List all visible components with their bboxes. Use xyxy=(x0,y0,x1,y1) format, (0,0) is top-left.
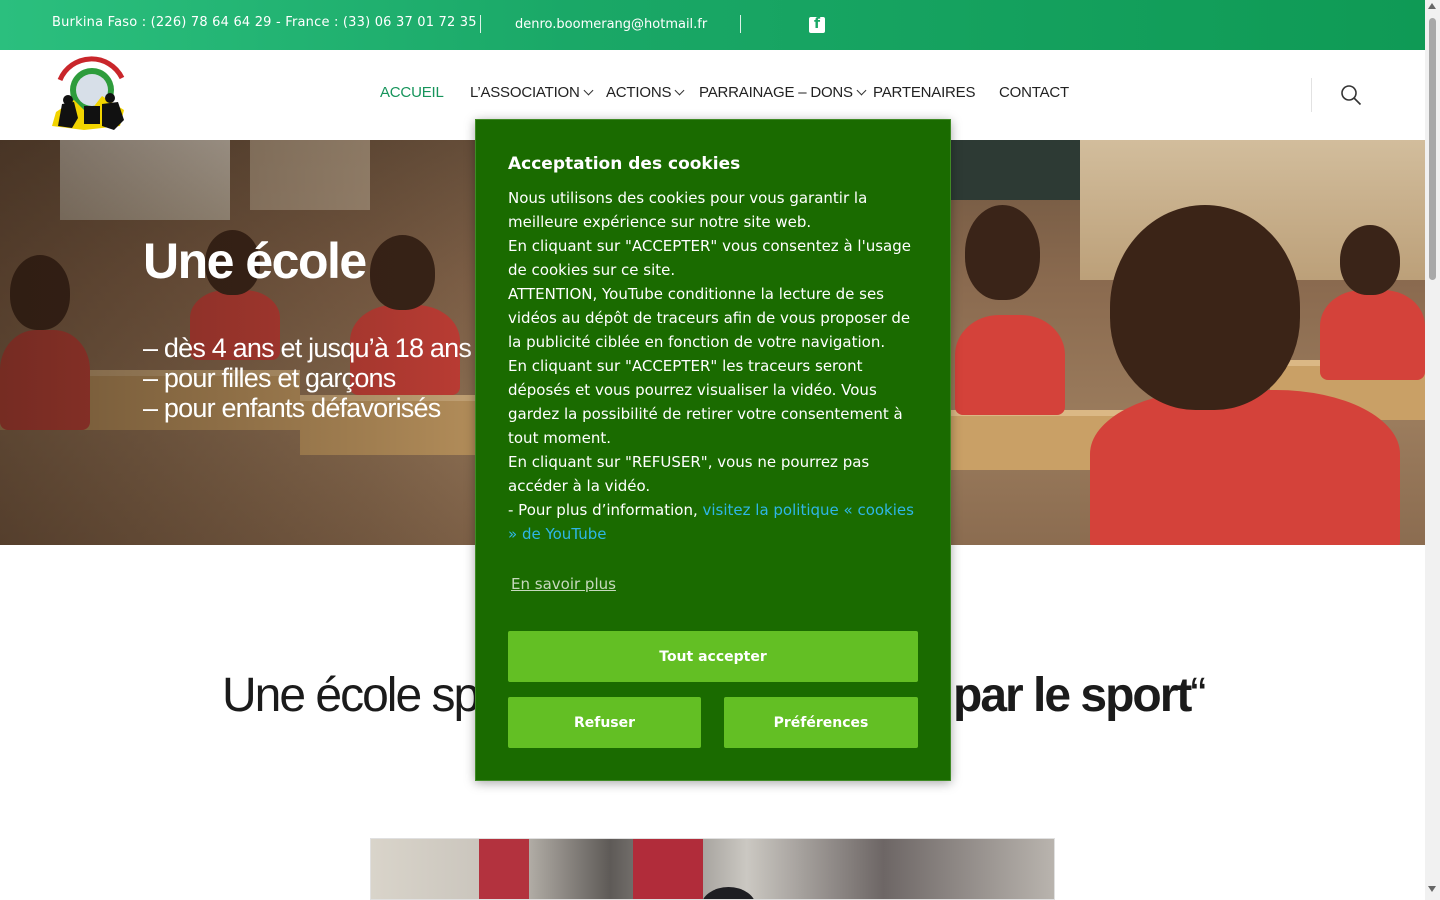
cookie-text: ATTENTION, YouTube conditionne la lectur… xyxy=(508,285,911,351)
hero-bullet: – pour filles et garçons xyxy=(143,363,396,393)
preferences-button[interactable]: Préférences xyxy=(724,697,918,748)
facebook-icon[interactable]: f xyxy=(809,16,825,33)
nav-item-contact[interactable]: CONTACT xyxy=(999,84,1069,101)
scroll-up-arrow-icon[interactable] xyxy=(1428,3,1436,9)
content-image-detail xyxy=(633,839,703,899)
hero-photo-detail xyxy=(1090,390,1400,545)
hero-bullets: – dès 4 ans et jusqu’à 18 ans – pour fil… xyxy=(143,333,472,423)
section-title-start: Une école sp xyxy=(222,669,480,722)
accept-all-button[interactable]: Tout accepter xyxy=(508,631,918,682)
cookie-text: En cliquant sur "ACCEPTER" vous consente… xyxy=(508,237,911,279)
contact-phones: Burkina Faso : (226) 78 64 64 29 - Franc… xyxy=(52,15,477,30)
divider xyxy=(740,15,741,33)
section-title: Une école sp par le sport“ xyxy=(222,668,1206,723)
chevron-down-icon xyxy=(583,85,594,96)
nav-item-parrainage-dons[interactable]: PARRAINAGE – DONS xyxy=(699,84,867,101)
nav-item-actions[interactable]: ACTIONS xyxy=(606,84,685,101)
nav-item-association[interactable]: L’ASSOCIATION xyxy=(470,84,594,101)
cookie-dialog-title: Acceptation des cookies xyxy=(508,154,741,174)
hero-photo-detail xyxy=(950,140,1080,200)
nav-item-partenaires[interactable]: PARTENAIRES xyxy=(873,84,975,101)
cookie-text: En cliquant sur "ACCEPTER" les traceurs … xyxy=(508,357,903,447)
cookie-text: Nous utilisons des cookies pour vous gar… xyxy=(508,189,868,231)
cookie-dialog-body: Nous utilisons des cookies pour vous gar… xyxy=(508,186,924,546)
nav-item-accueil[interactable]: ACCUEIL xyxy=(380,84,444,101)
section-title-end: par le sport“ xyxy=(953,669,1206,722)
content-image xyxy=(370,838,1055,900)
page-scrollbar[interactable] xyxy=(1425,0,1440,900)
content-image-detail xyxy=(701,887,756,899)
content-image-detail xyxy=(479,839,529,899)
scroll-down-arrow-icon[interactable] xyxy=(1428,886,1436,892)
hero-photo-detail xyxy=(965,205,1040,300)
cookie-text: - Pour plus d’information, visitez la po… xyxy=(508,501,914,543)
hero-bullet: – pour enfants défavorisés xyxy=(143,393,441,423)
cookie-text: En cliquant sur "REFUSER", vous ne pourr… xyxy=(508,453,870,495)
top-contact-bar: Burkina Faso : (226) 78 64 64 29 - Franc… xyxy=(0,0,1425,50)
hero-photo-detail xyxy=(1340,225,1400,295)
hero-photo-detail xyxy=(955,315,1065,415)
refuse-button[interactable]: Refuser xyxy=(508,697,701,748)
hero-bullet: – dès 4 ans et jusqu’à 18 ans xyxy=(143,333,472,363)
contact-email-link[interactable]: denro.boomerang@hotmail.fr xyxy=(515,17,707,32)
divider xyxy=(480,15,481,33)
hero-photo-detail xyxy=(1110,205,1300,410)
hero-photo-detail xyxy=(1320,290,1425,380)
cookie-consent-dialog: Acceptation des cookies Nous utilisons d… xyxy=(475,119,951,781)
search-icon[interactable] xyxy=(1340,84,1362,106)
association-logo[interactable] xyxy=(44,56,132,134)
chevron-down-icon xyxy=(856,85,867,96)
scrollbar-thumb[interactable] xyxy=(1429,18,1436,280)
divider xyxy=(1311,78,1312,112)
hero-title: Une école xyxy=(143,233,367,289)
chevron-down-icon xyxy=(674,85,685,96)
learn-more-link[interactable]: En savoir plus xyxy=(511,575,616,593)
